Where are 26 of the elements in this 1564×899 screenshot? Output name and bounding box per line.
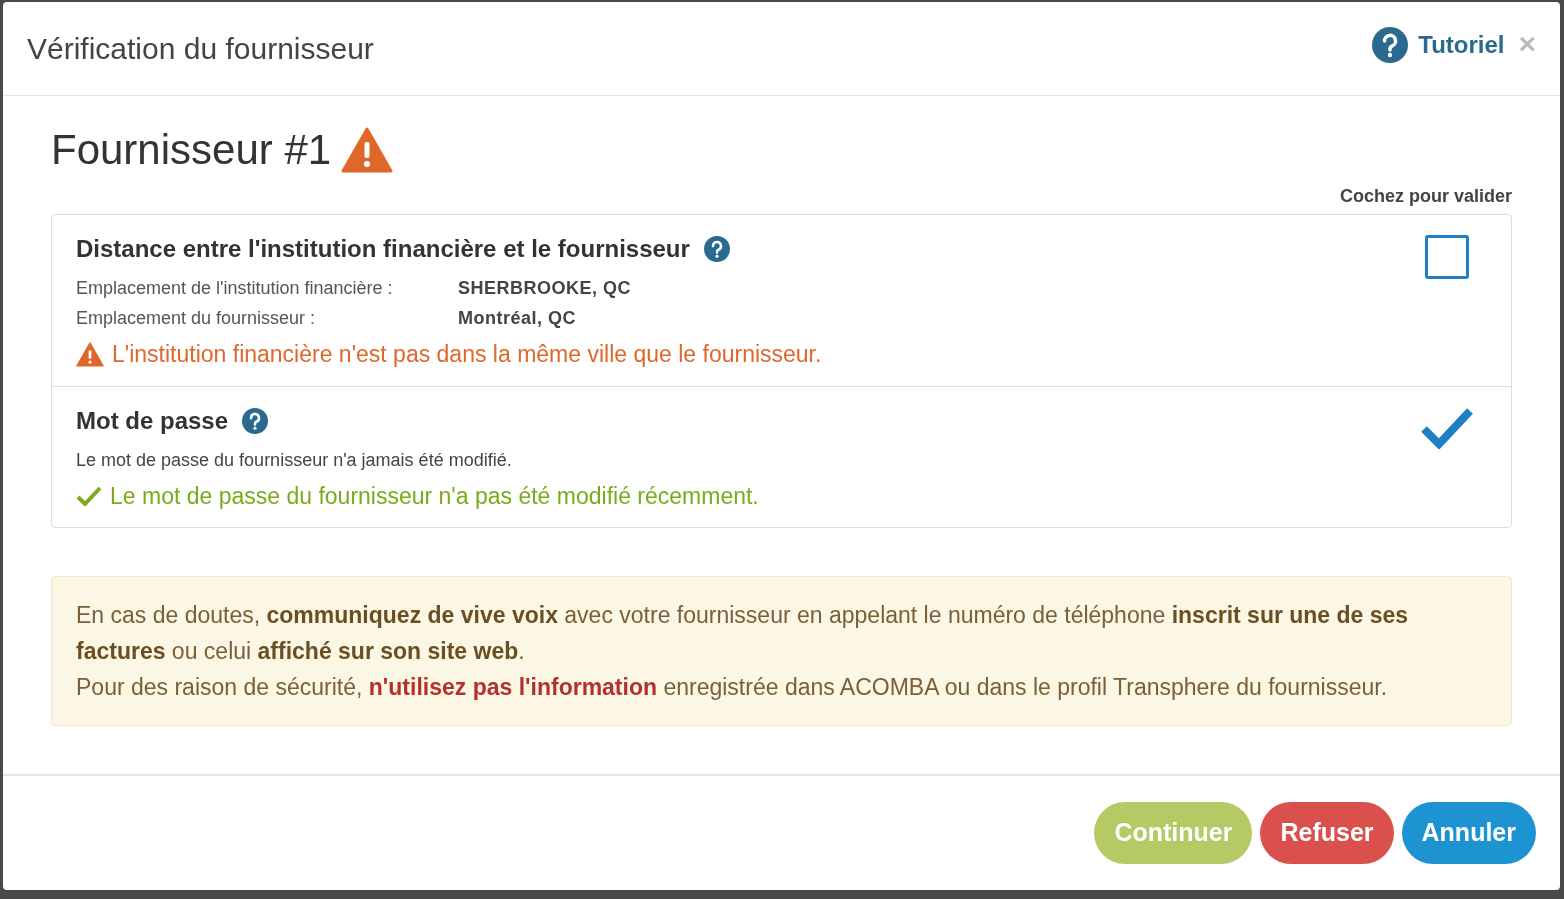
check-title: Mot de passe bbox=[76, 405, 229, 436]
detail-label: Emplacement de l'institution financière : bbox=[76, 277, 394, 300]
checkbox[interactable] bbox=[1425, 235, 1469, 279]
help-icon[interactable] bbox=[703, 236, 730, 262]
dialog-title: Vérification du fournisseur bbox=[27, 31, 375, 67]
detail-value: SHERBROOKE, QC bbox=[458, 277, 632, 300]
checkmark-icon[interactable] bbox=[1421, 406, 1473, 449]
check-title: Distance entre l'institution financière et le fournisseur bbox=[76, 234, 690, 264]
detail-value: Montréal, QC bbox=[458, 307, 576, 330]
check-icon bbox=[76, 485, 102, 506]
supplier-heading: Fournisseur #1 bbox=[51, 125, 332, 175]
refuse-button[interactable]: Refuser bbox=[1260, 802, 1394, 864]
notice-text: Pour des raison de sécurité, n'utilisez pas l'information enregistrée dans ACOMBA ou dans le profil Transphere du fournisseur. bbox=[76, 673, 1389, 702]
help-icon bbox=[1372, 26, 1409, 63]
status-message: L'institution financière n'est pas dans la même ville que le fournisseur. bbox=[112, 340, 822, 369]
help-icon[interactable] bbox=[242, 407, 269, 434]
check-description: Le mot de passe du fournisseur n'a jamais été modifié. bbox=[76, 448, 513, 472]
cancel-button[interactable]: Annuler bbox=[1401, 802, 1536, 864]
close-button[interactable]: × bbox=[1518, 21, 1536, 66]
column-header: Cochez pour valider bbox=[1339, 185, 1512, 208]
detail-label: Emplacement du fournisseur : bbox=[76, 307, 317, 330]
status-message: Le mot de passe du fournisseur n'a pas été modifié récemment. bbox=[110, 481, 759, 511]
notice-text: En cas de doutes, communiquez de vive voix avec votre fournisseur en appelant le numéro de téléphone inscrit sur une de ses factures ou celui affiché sur son site web. bbox=[76, 601, 1410, 666]
continue-button[interactable]: Continuer bbox=[1094, 802, 1253, 864]
warning-icon bbox=[76, 341, 104, 367]
tutorial-link[interactable]: Tutoriel bbox=[1372, 26, 1505, 63]
